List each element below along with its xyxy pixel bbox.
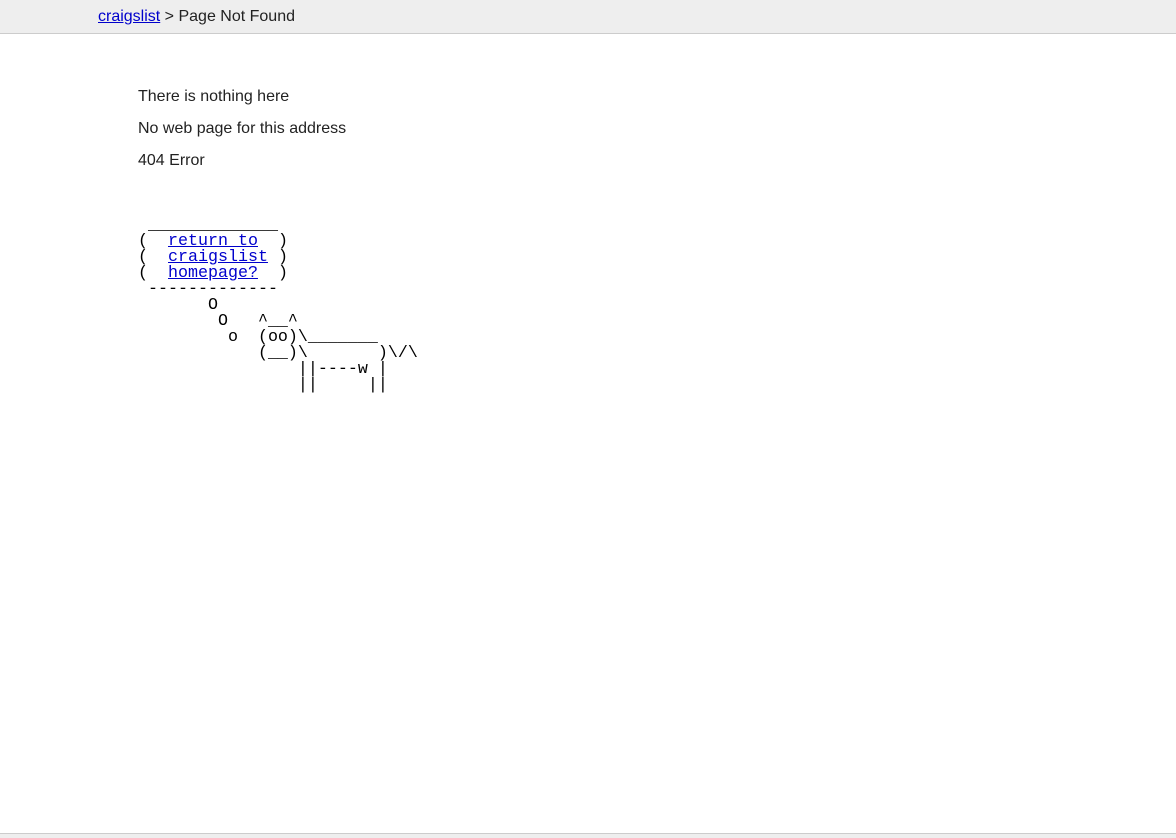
cow-body-art: O O ^__^ o (oo)\_______ (__)\ )\/\ ||---…: [207, 296, 418, 395]
cow-ascii-art: _____________ ( return to ) ( craigslist…: [138, 217, 418, 395]
bottom-edge: [0, 833, 1176, 838]
breadcrumb-separator: >: [160, 8, 179, 25]
no-web-page-message: No web page for this address: [138, 120, 347, 137]
craigslist-home-link[interactable]: craigslist: [98, 8, 160, 25]
page-title: Page Not Found: [178, 8, 295, 25]
error-code-message: 404 Error: [138, 152, 205, 169]
breadcrumb: craigslist > Page Not Found: [98, 7, 295, 27]
top-bar: craigslist > Page Not Found: [0, 0, 1176, 34]
nothing-here-message: There is nothing here: [138, 88, 290, 105]
